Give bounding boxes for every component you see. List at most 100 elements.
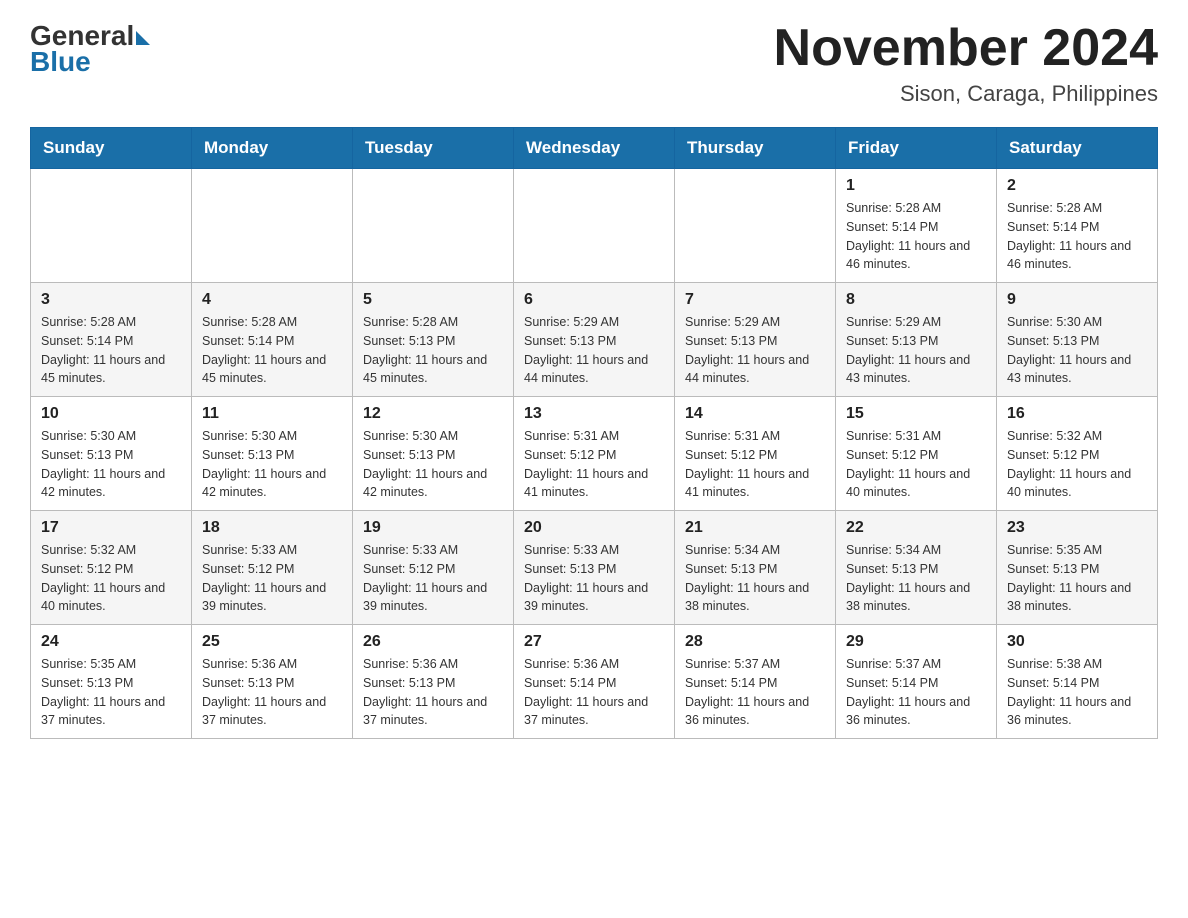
calendar-table: SundayMondayTuesdayWednesdayThursdayFrid… bbox=[30, 127, 1158, 739]
day-info: Sunrise: 5:33 AMSunset: 5:12 PMDaylight:… bbox=[363, 541, 503, 616]
month-title: November 2024 bbox=[774, 20, 1158, 77]
day-number: 18 bbox=[202, 519, 342, 537]
day-info: Sunrise: 5:29 AMSunset: 5:13 PMDaylight:… bbox=[846, 313, 986, 388]
calendar-cell: 12 Sunrise: 5:30 AMSunset: 5:13 PMDayligh… bbox=[353, 397, 514, 511]
calendar-cell bbox=[31, 169, 192, 283]
title-area: November 2024 Sison, Caraga, Philippines bbox=[774, 20, 1158, 107]
day-number: 2 bbox=[1007, 177, 1147, 195]
day-info: Sunrise: 5:35 AMSunset: 5:13 PMDaylight:… bbox=[1007, 541, 1147, 616]
calendar-cell: 9 Sunrise: 5:30 AMSunset: 5:13 PMDaylight… bbox=[997, 283, 1158, 397]
day-number: 25 bbox=[202, 633, 342, 651]
calendar-cell: 25 Sunrise: 5:36 AMSunset: 5:13 PMDayligh… bbox=[192, 625, 353, 739]
day-info: Sunrise: 5:38 AMSunset: 5:14 PMDaylight:… bbox=[1007, 655, 1147, 730]
location-text: Sison, Caraga, Philippines bbox=[774, 81, 1158, 107]
calendar-cell: 11 Sunrise: 5:30 AMSunset: 5:13 PMDayligh… bbox=[192, 397, 353, 511]
calendar-cell: 29 Sunrise: 5:37 AMSunset: 5:14 PMDayligh… bbox=[836, 625, 997, 739]
calendar-cell: 2 Sunrise: 5:28 AMSunset: 5:14 PMDaylight… bbox=[997, 169, 1158, 283]
day-info: Sunrise: 5:32 AMSunset: 5:12 PMDaylight:… bbox=[41, 541, 181, 616]
calendar-cell: 14 Sunrise: 5:31 AMSunset: 5:12 PMDayligh… bbox=[675, 397, 836, 511]
calendar-week-row: 17 Sunrise: 5:32 AMSunset: 5:12 PMDayligh… bbox=[31, 511, 1158, 625]
day-number: 21 bbox=[685, 519, 825, 537]
day-info: Sunrise: 5:28 AMSunset: 5:13 PMDaylight:… bbox=[363, 313, 503, 388]
day-number: 13 bbox=[524, 405, 664, 423]
calendar-week-row: 1 Sunrise: 5:28 AMSunset: 5:14 PMDaylight… bbox=[31, 169, 1158, 283]
calendar-cell: 21Sunrise: 5:34 AMSunset: 5:13 PMDayligh… bbox=[675, 511, 836, 625]
calendar-cell: 16Sunrise: 5:32 AMSunset: 5:12 PMDayligh… bbox=[997, 397, 1158, 511]
calendar-cell: 6 Sunrise: 5:29 AMSunset: 5:13 PMDaylight… bbox=[514, 283, 675, 397]
logo: General Blue bbox=[30, 20, 150, 78]
calendar-cell: 3 Sunrise: 5:28 AMSunset: 5:14 PMDaylight… bbox=[31, 283, 192, 397]
calendar-week-row: 24 Sunrise: 5:35 AMSunset: 5:13 PMDayligh… bbox=[31, 625, 1158, 739]
calendar-cell: 8 Sunrise: 5:29 AMSunset: 5:13 PMDaylight… bbox=[836, 283, 997, 397]
calendar-cell: 7 Sunrise: 5:29 AMSunset: 5:13 PMDaylight… bbox=[675, 283, 836, 397]
day-info: Sunrise: 5:30 AMSunset: 5:13 PMDaylight:… bbox=[202, 427, 342, 502]
calendar-header-row: SundayMondayTuesdayWednesdayThursdayFrid… bbox=[31, 128, 1158, 169]
day-number: 22 bbox=[846, 519, 986, 537]
day-number: 30 bbox=[1007, 633, 1147, 651]
calendar-cell: 18 Sunrise: 5:33 AMSunset: 5:12 PMDayligh… bbox=[192, 511, 353, 625]
calendar-cell: 28Sunrise: 5:37 AMSunset: 5:14 PMDayligh… bbox=[675, 625, 836, 739]
calendar-cell bbox=[353, 169, 514, 283]
day-number: 12 bbox=[363, 405, 503, 423]
calendar-cell: 10 Sunrise: 5:30 AMSunset: 5:13 PMDayligh… bbox=[31, 397, 192, 511]
day-info: Sunrise: 5:29 AMSunset: 5:13 PMDaylight:… bbox=[524, 313, 664, 388]
day-info: Sunrise: 5:31 AMSunset: 5:12 PMDaylight:… bbox=[685, 427, 825, 502]
day-number: 3 bbox=[41, 291, 181, 309]
page-header: General Blue November 2024 Sison, Caraga… bbox=[30, 20, 1158, 107]
day-number: 1 bbox=[846, 177, 986, 195]
calendar-cell: 30 Sunrise: 5:38 AMSunset: 5:14 PMDayligh… bbox=[997, 625, 1158, 739]
calendar-cell: 20Sunrise: 5:33 AMSunset: 5:13 PMDayligh… bbox=[514, 511, 675, 625]
day-number: 14 bbox=[685, 405, 825, 423]
day-number: 10 bbox=[41, 405, 181, 423]
day-info: Sunrise: 5:36 AMSunset: 5:14 PMDaylight:… bbox=[524, 655, 664, 730]
weekday-header-wednesday: Wednesday bbox=[514, 128, 675, 169]
calendar-cell: 5Sunrise: 5:28 AMSunset: 5:13 PMDaylight… bbox=[353, 283, 514, 397]
calendar-week-row: 10 Sunrise: 5:30 AMSunset: 5:13 PMDayligh… bbox=[31, 397, 1158, 511]
day-info: Sunrise: 5:37 AMSunset: 5:14 PMDaylight:… bbox=[846, 655, 986, 730]
weekday-header-tuesday: Tuesday bbox=[353, 128, 514, 169]
calendar-cell: 4 Sunrise: 5:28 AMSunset: 5:14 PMDaylight… bbox=[192, 283, 353, 397]
day-number: 7 bbox=[685, 291, 825, 309]
day-number: 17 bbox=[41, 519, 181, 537]
day-info: Sunrise: 5:32 AMSunset: 5:12 PMDaylight:… bbox=[1007, 427, 1147, 502]
weekday-header-saturday: Saturday bbox=[997, 128, 1158, 169]
day-info: Sunrise: 5:34 AMSunset: 5:13 PMDaylight:… bbox=[846, 541, 986, 616]
day-info: Sunrise: 5:29 AMSunset: 5:13 PMDaylight:… bbox=[685, 313, 825, 388]
day-number: 28 bbox=[685, 633, 825, 651]
day-info: Sunrise: 5:28 AMSunset: 5:14 PMDaylight:… bbox=[846, 199, 986, 274]
day-number: 29 bbox=[846, 633, 986, 651]
calendar-cell: 27 Sunrise: 5:36 AMSunset: 5:14 PMDayligh… bbox=[514, 625, 675, 739]
day-number: 26 bbox=[363, 633, 503, 651]
day-info: Sunrise: 5:30 AMSunset: 5:13 PMDaylight:… bbox=[363, 427, 503, 502]
weekday-header-monday: Monday bbox=[192, 128, 353, 169]
day-info: Sunrise: 5:30 AMSunset: 5:13 PMDaylight:… bbox=[1007, 313, 1147, 388]
logo-blue-text: Blue bbox=[30, 46, 91, 78]
day-number: 24 bbox=[41, 633, 181, 651]
day-info: Sunrise: 5:31 AMSunset: 5:12 PMDaylight:… bbox=[846, 427, 986, 502]
day-info: Sunrise: 5:36 AMSunset: 5:13 PMDaylight:… bbox=[202, 655, 342, 730]
day-number: 19 bbox=[363, 519, 503, 537]
logo-arrow-icon bbox=[136, 31, 150, 45]
day-info: Sunrise: 5:30 AMSunset: 5:13 PMDaylight:… bbox=[41, 427, 181, 502]
calendar-week-row: 3 Sunrise: 5:28 AMSunset: 5:14 PMDaylight… bbox=[31, 283, 1158, 397]
day-info: Sunrise: 5:31 AMSunset: 5:12 PMDaylight:… bbox=[524, 427, 664, 502]
day-info: Sunrise: 5:35 AMSunset: 5:13 PMDaylight:… bbox=[41, 655, 181, 730]
day-info: Sunrise: 5:28 AMSunset: 5:14 PMDaylight:… bbox=[1007, 199, 1147, 274]
day-info: Sunrise: 5:28 AMSunset: 5:14 PMDaylight:… bbox=[41, 313, 181, 388]
day-number: 8 bbox=[846, 291, 986, 309]
calendar-cell: 17 Sunrise: 5:32 AMSunset: 5:12 PMDayligh… bbox=[31, 511, 192, 625]
weekday-header-thursday: Thursday bbox=[675, 128, 836, 169]
day-number: 27 bbox=[524, 633, 664, 651]
day-info: Sunrise: 5:33 AMSunset: 5:12 PMDaylight:… bbox=[202, 541, 342, 616]
day-number: 9 bbox=[1007, 291, 1147, 309]
calendar-cell bbox=[192, 169, 353, 283]
day-number: 4 bbox=[202, 291, 342, 309]
weekday-header-friday: Friday bbox=[836, 128, 997, 169]
day-info: Sunrise: 5:28 AMSunset: 5:14 PMDaylight:… bbox=[202, 313, 342, 388]
day-info: Sunrise: 5:36 AMSunset: 5:13 PMDaylight:… bbox=[363, 655, 503, 730]
calendar-cell: 1 Sunrise: 5:28 AMSunset: 5:14 PMDaylight… bbox=[836, 169, 997, 283]
day-number: 11 bbox=[202, 405, 342, 423]
day-number: 6 bbox=[524, 291, 664, 309]
day-number: 15 bbox=[846, 405, 986, 423]
calendar-cell: 24 Sunrise: 5:35 AMSunset: 5:13 PMDayligh… bbox=[31, 625, 192, 739]
